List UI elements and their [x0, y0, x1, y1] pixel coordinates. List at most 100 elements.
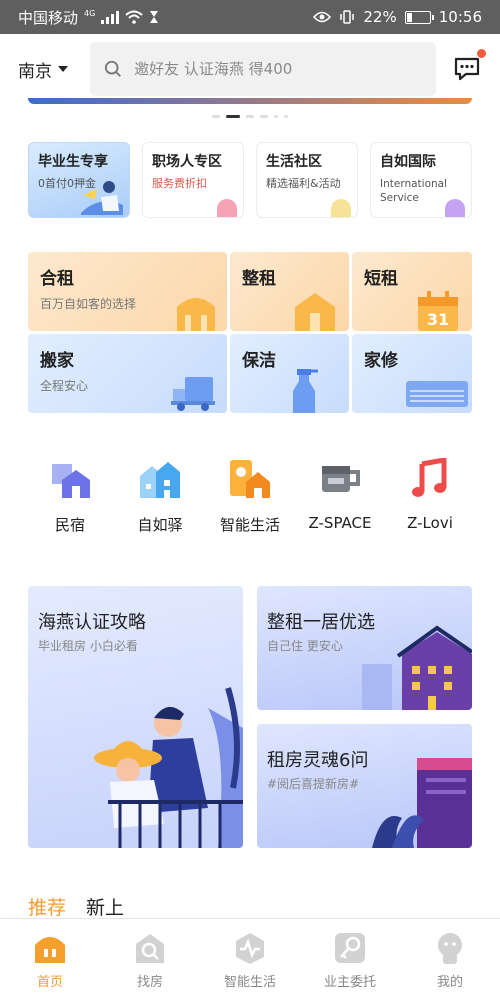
building-plants-illustration-icon	[372, 758, 472, 848]
battery-icon	[404, 10, 434, 24]
truck-icon	[171, 377, 215, 411]
find-house-icon	[136, 934, 164, 963]
nav-label: 我的	[436, 975, 463, 990]
tab-recommend[interactable]: 推荐	[28, 893, 66, 920]
city-selector[interactable]: 南京	[18, 57, 90, 82]
cleaning-tile[interactable]: 保洁	[230, 334, 349, 413]
promo-graduate-guide[interactable]: 海燕认证攻略 毕业租房 小白必看	[28, 586, 243, 848]
feature-title: 生活社区	[266, 154, 322, 170]
pink-blob-icon	[217, 199, 237, 217]
top-header: 南京	[0, 34, 500, 104]
tile-title: 整租	[242, 269, 276, 289]
banner-dot-active	[226, 115, 240, 118]
promo-subtitle: 自己住 更安心	[267, 639, 343, 653]
nav-find-house[interactable]: 找房	[100, 919, 200, 1000]
nav-label: 首页	[36, 975, 63, 990]
city-label: 南京	[18, 61, 52, 82]
tile-title: 短租	[364, 269, 398, 289]
feature-subtitle: 服务费折扣	[152, 177, 207, 190]
wifi-icon	[125, 10, 143, 24]
profile-icon	[438, 933, 462, 964]
shared-rent-tile[interactable]: 合租 百万自如客的选择	[28, 252, 227, 331]
tile-title: 家修	[364, 351, 398, 371]
services-row: 民宿 自如驿 智能生活 Z-SPACE Z-Lovi	[28, 458, 472, 535]
key-icon	[335, 933, 365, 963]
nav-label: 业主委托	[323, 975, 376, 990]
service-label: 智能生活	[219, 516, 280, 534]
home-icon	[35, 937, 65, 963]
search-input[interactable]	[134, 60, 422, 78]
feature-workplace[interactable]: 职场人专区 服务费折扣	[142, 142, 244, 218]
purple-blob-icon	[445, 199, 465, 217]
whole-rent-tile[interactable]: 整租	[230, 252, 349, 331]
service-label: 自如驿	[137, 516, 183, 534]
nav-profile[interactable]: 我的	[400, 919, 500, 1000]
graduate-illustration-icon	[81, 181, 123, 215]
signal-icon	[101, 10, 120, 24]
promo-title: 租房灵魂6问	[267, 750, 369, 771]
promo-title: 整租一居优选	[267, 612, 375, 633]
banner-dot	[260, 115, 268, 118]
feature-title: 职场人专区	[152, 154, 222, 170]
unread-badge	[477, 49, 486, 58]
chat-bubble-icon	[454, 57, 480, 81]
service-label: Z-SPACE	[308, 514, 372, 532]
rent-type-grid: 合租 百万自如客的选择 整租 短租 31 搬家 全程安心 保洁 家修	[28, 252, 472, 416]
yellow-blob-icon	[331, 199, 351, 217]
carrier-label: 中国移动	[18, 8, 79, 27]
feature-graduate[interactable]: 毕业生专享 0首付0押金	[28, 142, 130, 218]
moving-tile[interactable]: 搬家 全程安心	[28, 334, 227, 413]
bottom-navigation: 首页 找房 智能生活 业主委托 我的	[0, 918, 500, 1000]
hourglass-icon	[150, 11, 159, 23]
building-icon	[140, 462, 180, 498]
spray-bottle-icon	[293, 369, 318, 413]
banner-pagination	[0, 115, 500, 118]
status-bar: 中国移动 4G 22% 10:56	[0, 0, 500, 34]
promo-subtitle: #阅后喜提新房#	[267, 777, 360, 791]
nav-label: 找房	[136, 975, 163, 990]
apartment-illustration-icon	[362, 625, 472, 710]
smart-home-icon	[230, 460, 270, 498]
feature-community[interactable]: 生活社区 精选福利&活动	[256, 142, 358, 218]
service-z-lovi[interactable]: Z-Lovi	[388, 458, 472, 535]
feature-cards: 毕业生专享 0首付0押金 职场人专区 服务费折扣 生活社区 精选福利&活动 自如…	[28, 142, 472, 218]
repair-tile[interactable]: 家修	[352, 334, 472, 413]
feature-title: 毕业生专享	[38, 154, 108, 170]
house-arch-icon	[177, 298, 215, 331]
feature-international[interactable]: 自如国际 International Service	[370, 142, 472, 218]
music-note-icon	[412, 458, 447, 497]
air-conditioner-icon	[406, 381, 468, 407]
eye-icon	[313, 11, 332, 23]
nav-smart-life[interactable]: 智能生活	[200, 919, 300, 1000]
short-rent-tile[interactable]: 短租 31	[352, 252, 472, 331]
search-icon	[104, 60, 121, 77]
banner-carousel[interactable]	[28, 98, 472, 104]
clock: 10:56	[438, 8, 482, 26]
battery-percent: 22%	[363, 8, 397, 26]
feature-title: 自如国际	[380, 154, 436, 170]
house-icon	[295, 293, 335, 331]
messages-button[interactable]	[452, 49, 486, 84]
banner-dot	[284, 115, 288, 118]
service-z-space[interactable]: Z-SPACE	[298, 458, 382, 535]
vibrate-icon	[340, 10, 355, 24]
tile-title: 搬家	[40, 351, 74, 371]
service-smart-life[interactable]: 智能生活	[208, 458, 292, 535]
banner-dot	[274, 115, 278, 118]
tile-title: 合租	[40, 269, 74, 289]
service-ziroom-station[interactable]: 自如驿	[118, 458, 202, 535]
service-label: 民宿	[54, 516, 85, 534]
feed-tabs: 推荐 新上	[28, 893, 124, 920]
tab-new[interactable]: 新上	[86, 893, 124, 920]
promo-soul-questions[interactable]: 租房灵魂6问 #阅后喜提新房#	[257, 724, 472, 848]
calendar-icon: 31	[418, 291, 458, 331]
service-homestay[interactable]: 民宿	[28, 458, 112, 535]
search-bar[interactable]	[90, 42, 436, 96]
couple-illustration-icon	[94, 687, 243, 848]
nav-owner-entrust[interactable]: 业主委托	[300, 919, 400, 1000]
house-icon	[52, 464, 90, 498]
nav-home[interactable]: 首页	[0, 919, 100, 1000]
promo-whole-rent[interactable]: 整租一居优选 自己住 更安心	[257, 586, 472, 710]
pulse-icon	[236, 933, 264, 964]
nav-label: 智能生活	[223, 975, 276, 990]
